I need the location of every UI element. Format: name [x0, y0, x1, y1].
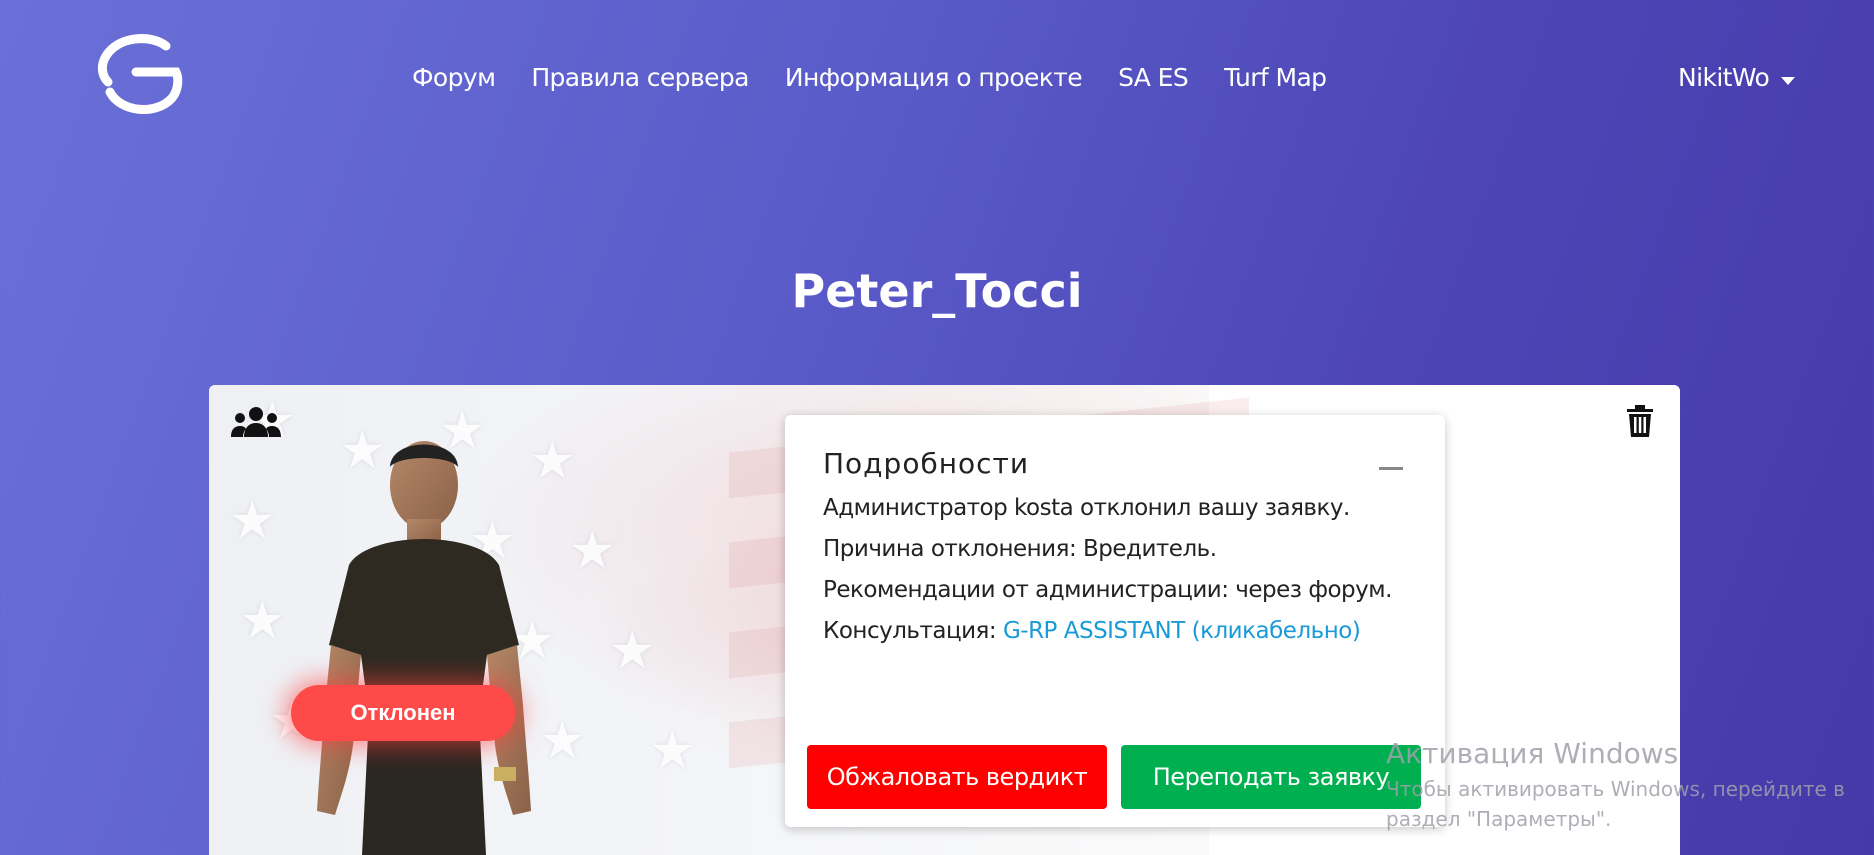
details-admin-line: Администратор kosta отклонил вашу заявку… — [823, 495, 1350, 521]
details-title: Подробности — [823, 447, 1030, 480]
user-menu[interactable]: NikitWo — [1678, 62, 1796, 94]
nav-forum[interactable]: Форум — [412, 62, 496, 94]
assistant-link[interactable]: G-RP ASSISTANT (кликабельно) — [1003, 618, 1361, 644]
nav-project-info[interactable]: Информация о проекте — [785, 62, 1083, 94]
status-badge: Отклонен — [291, 685, 515, 741]
appeal-verdict-button[interactable]: Обжаловать вердикт — [807, 745, 1107, 809]
page-title: Peter_Tocci — [791, 264, 1083, 318]
details-recommendation-line: Рекомендации от администрации: через фор… — [823, 577, 1392, 603]
details-reason-line: Причина отклонения: Вредитель. — [823, 536, 1217, 562]
character-skin-image — [269, 415, 579, 855]
details-panel: Подробности Администратор kosta отклонил… — [785, 415, 1445, 827]
caret-down-icon — [1781, 77, 1796, 85]
username: NikitWo — [1678, 63, 1770, 92]
nav-server-rules[interactable]: Правила сервера — [531, 62, 749, 94]
watermark-line-1: Чтобы активировать Windows, перейдите в — [1386, 777, 1845, 801]
consultation-label: Консультация: — [823, 618, 1003, 644]
resubmit-application-button[interactable]: Переподать заявку — [1121, 745, 1421, 809]
nav-sa-es[interactable]: SA ES — [1118, 62, 1189, 94]
logo-icon[interactable] — [96, 32, 184, 116]
details-consultation-line: Консультация: G-RP ASSISTANT (кликабельн… — [823, 616, 1361, 646]
main-nav: Форум Правила сервера Информация о проек… — [412, 62, 1327, 94]
nav-turf-map[interactable]: Turf Map — [1224, 62, 1327, 94]
watermark-title: Активация Windows — [1386, 737, 1679, 770]
windows-activation-watermark: Активация Windows Чтобы активировать Win… — [1386, 734, 1845, 834]
watermark-line-2: раздел "Параметры". — [1386, 807, 1612, 831]
trash-icon[interactable] — [1626, 405, 1654, 437]
collapse-icon[interactable] — [1379, 467, 1403, 470]
